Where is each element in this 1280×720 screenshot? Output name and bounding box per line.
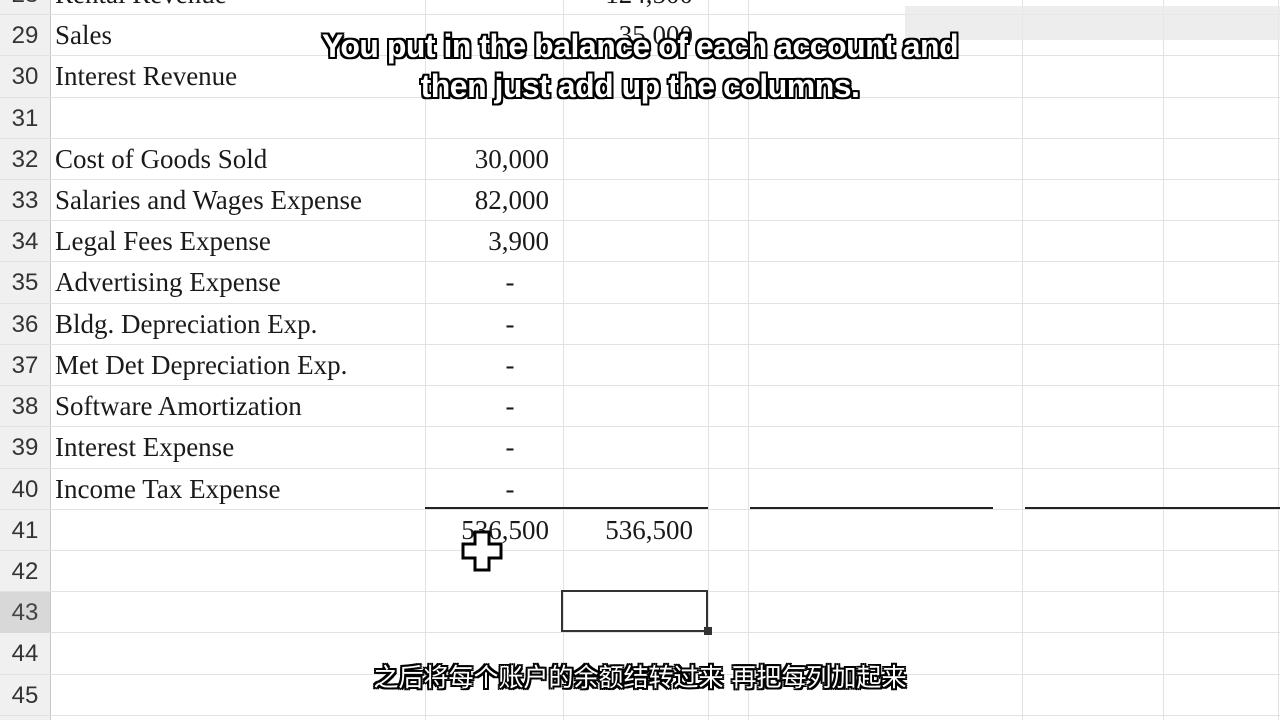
account-label[interactable]: Income Tax Expense — [55, 469, 281, 510]
row-number[interactable]: 36 — [0, 304, 50, 345]
gridline — [425, 0, 426, 720]
account-label[interactable]: Advertising Expense — [55, 262, 281, 303]
row-number[interactable]: 30 — [0, 56, 50, 97]
account-label[interactable]: Cost of Goods Sold — [55, 139, 267, 180]
subtitle-english-line: then just add up the columns. — [420, 68, 860, 104]
row-number[interactable]: 37 — [0, 345, 50, 386]
credit-value[interactable]: 124,500 — [565, 0, 693, 15]
selected-cell[interactable] — [561, 590, 708, 632]
row-number[interactable]: 31 — [0, 98, 50, 139]
spreadsheet: 28 29 30 31 32 33 34 35 36 37 38 39 40 4… — [0, 0, 1280, 720]
row-number[interactable]: 39 — [0, 427, 50, 468]
row-number[interactable]: 42 — [0, 551, 50, 592]
subtitle-english: You put in the balance of each account a… — [260, 26, 1020, 106]
row-number[interactable]: 38 — [0, 386, 50, 427]
account-label[interactable]: Interest Expense — [55, 427, 234, 468]
fill-handle[interactable] — [704, 627, 712, 635]
debit-value[interactable]: - — [470, 345, 550, 386]
subtitle-chinese: 之后将每个账户的余额结转过来 再把每列加起来 — [373, 663, 907, 692]
row-number[interactable]: 40 — [0, 469, 50, 510]
account-label[interactable]: Software Amortization — [55, 386, 302, 427]
account-label[interactable]: Interest Revenue — [55, 56, 237, 97]
total-border — [1025, 507, 1280, 509]
row-number[interactable]: 45 — [0, 675, 50, 716]
row-number-active[interactable]: 43 — [0, 592, 50, 633]
cross-cursor-icon — [461, 530, 503, 572]
row-number[interactable]: 28 — [0, 0, 50, 15]
gridline — [1163, 0, 1164, 720]
total-border — [425, 507, 708, 509]
debit-value[interactable]: - — [470, 427, 550, 468]
row-number[interactable]: 34 — [0, 221, 50, 262]
debit-value[interactable]: - — [470, 386, 550, 427]
account-label[interactable]: Bldg. Depreciation Exp. — [55, 304, 317, 345]
debit-value[interactable]: - — [470, 304, 550, 345]
row-number[interactable]: 44 — [0, 633, 50, 674]
row-number[interactable]: 33 — [0, 180, 50, 221]
credit-total[interactable]: 536,500 — [565, 510, 693, 551]
row-number[interactable]: 35 — [0, 262, 50, 303]
account-label[interactable]: Met Det Depreciation Exp. — [55, 345, 347, 386]
gridline — [748, 0, 749, 720]
account-label[interactable]: Salaries and Wages Expense — [55, 180, 362, 221]
gridline — [708, 0, 709, 720]
debit-value[interactable]: 82,000 — [425, 180, 549, 221]
debit-value[interactable]: - — [470, 469, 550, 510]
subtitle-english-line: You put in the balance of each account a… — [321, 28, 959, 64]
row-number[interactable]: 41 — [0, 510, 50, 551]
account-label[interactable]: Sales — [55, 15, 112, 56]
account-label[interactable]: Legal Fees Expense — [55, 221, 271, 262]
gridline — [1278, 0, 1279, 720]
debit-value[interactable]: - — [470, 262, 550, 303]
row-number[interactable]: 29 — [0, 15, 50, 56]
debit-value[interactable]: 30,000 — [425, 139, 549, 180]
account-label[interactable]: Rental Revenue — [55, 0, 227, 15]
gridline — [1022, 0, 1023, 720]
row-number[interactable]: 32 — [0, 139, 50, 180]
debit-value[interactable]: 3,900 — [425, 221, 549, 262]
total-border — [750, 507, 993, 509]
